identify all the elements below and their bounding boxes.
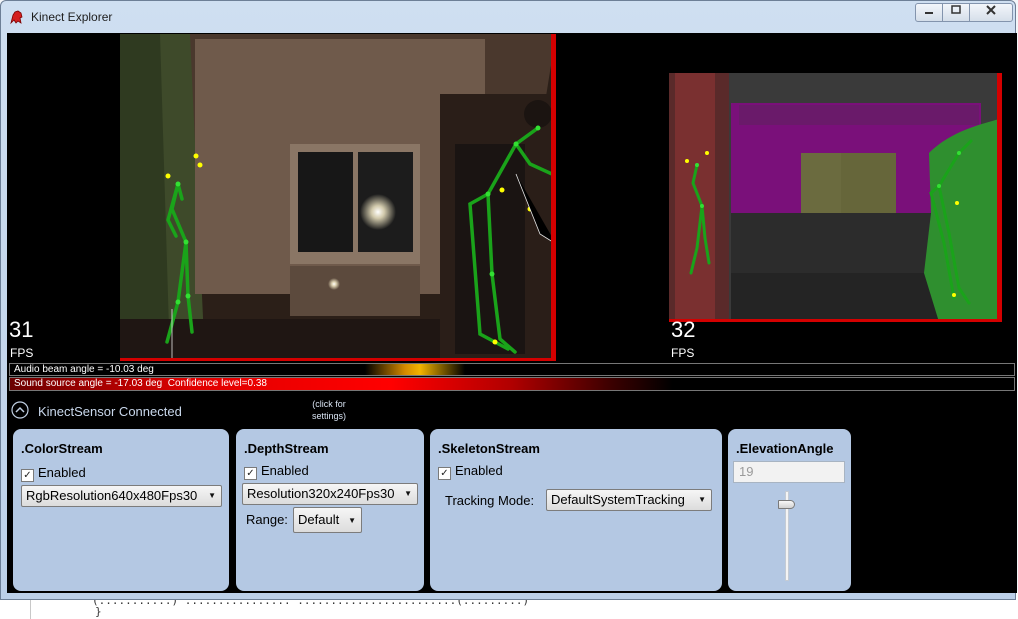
chevron-down-icon: ▼	[348, 516, 356, 525]
skeleton-enabled-label: Enabled	[455, 463, 503, 478]
title-bar[interactable]: Kinect Explorer	[1, 1, 1015, 33]
audio-beam-indicator: Audio beam angle = -10.03 deg	[9, 363, 1015, 376]
window-title: Kinect Explorer	[31, 10, 113, 24]
color-camera-view	[120, 34, 556, 361]
maximize-button[interactable]	[942, 3, 970, 22]
depth-enabled-label: Enabled	[261, 463, 309, 478]
skeleton-stream-panel: .SkeletonStream ✓ Enabled Tracking Mode: …	[430, 429, 722, 591]
audio-beam-text: Audio beam angle = -10.03 deg	[14, 364, 154, 375]
chevron-down-icon: ▼	[698, 495, 706, 504]
depth-stream-panel: .DepthStream ✓ Enabled Resolution320x240F…	[236, 429, 424, 591]
depth-scene-image	[669, 73, 997, 319]
sensor-status-row[interactable]: KinectSensor Connected (click for settin…	[7, 397, 1017, 427]
color-enabled-label: Enabled	[38, 465, 86, 480]
sensor-status-label[interactable]: KinectSensor Connected	[38, 404, 182, 419]
chevron-down-icon: ▼	[404, 489, 412, 498]
color-enabled-checkbox[interactable]: ✓	[21, 469, 34, 482]
depth-stream-title: .DepthStream	[244, 441, 329, 456]
depth-format-value: Resolution320x240Fps30	[247, 486, 395, 501]
sound-source-indicator: Sound source angle = -17.03 deg Confiden…	[9, 377, 1015, 391]
kinect-app-icon	[10, 10, 23, 25]
color-format-select[interactable]: RgbResolution640x480Fps30 ▼	[21, 485, 222, 507]
color-stream-panel: .ColorStream ✓ Enabled RgbResolution640x4…	[13, 429, 229, 591]
depth-fps-value: 32	[671, 317, 696, 342]
color-fps-value: 31	[9, 317, 34, 342]
minimize-button[interactable]	[915, 3, 943, 22]
audio-beam-glow	[365, 364, 465, 375]
skeleton-enabled-row[interactable]: ✓ Enabled	[438, 463, 503, 480]
minimize-icon	[925, 12, 933, 14]
elevation-angle-panel: .ElevationAngle 19	[728, 429, 851, 591]
settings-hint[interactable]: (click for settings)	[307, 398, 351, 422]
client-area: 31 FPS 32 FPS Audio beam angle = -10.03 …	[7, 33, 1017, 593]
depth-camera-view	[669, 73, 1002, 322]
tracking-mode-value: DefaultSystemTracking	[551, 492, 685, 507]
close-icon	[986, 5, 996, 15]
color-enabled-row[interactable]: ✓ Enabled	[21, 465, 86, 482]
color-scene-image	[120, 34, 551, 358]
kinect-explorer-window: Kinect Explorer 31 FPS 32 FPS Audio beam…	[0, 0, 1017, 600]
color-stream-title: .ColorStream	[21, 441, 103, 456]
color-format-value: RgbResolution640x480Fps30	[26, 488, 198, 503]
depth-enabled-checkbox[interactable]: ✓	[244, 467, 257, 480]
elevation-angle-input[interactable]: 19	[733, 461, 845, 483]
elevation-angle-title: .ElevationAngle	[736, 441, 834, 456]
tracking-mode-select[interactable]: DefaultSystemTracking ▼	[546, 489, 712, 511]
depth-fps-label: FPS	[671, 346, 695, 360]
color-fps-label: FPS	[10, 346, 34, 360]
elevation-slider-thumb[interactable]	[778, 500, 795, 509]
maximize-icon	[951, 5, 961, 14]
depth-format-select[interactable]: Resolution320x240Fps30 ▼	[242, 483, 418, 505]
sound-source-text: Sound source angle = -17.03 deg Confiden…	[14, 378, 267, 389]
tracking-mode-label: Tracking Mode:	[445, 493, 535, 508]
code-line: }	[95, 605, 102, 618]
range-value: Default	[298, 512, 340, 527]
close-button[interactable]	[969, 3, 1013, 22]
skeleton-enabled-checkbox[interactable]: ✓	[438, 467, 451, 480]
chevron-up-circle-icon[interactable]	[11, 401, 29, 419]
range-select[interactable]: Default ▼	[293, 507, 362, 533]
chevron-down-icon: ▼	[208, 491, 216, 500]
range-label: Range:	[246, 512, 288, 527]
skeleton-stream-title: .SkeletonStream	[438, 441, 540, 456]
depth-enabled-row[interactable]: ✓ Enabled	[244, 463, 309, 480]
